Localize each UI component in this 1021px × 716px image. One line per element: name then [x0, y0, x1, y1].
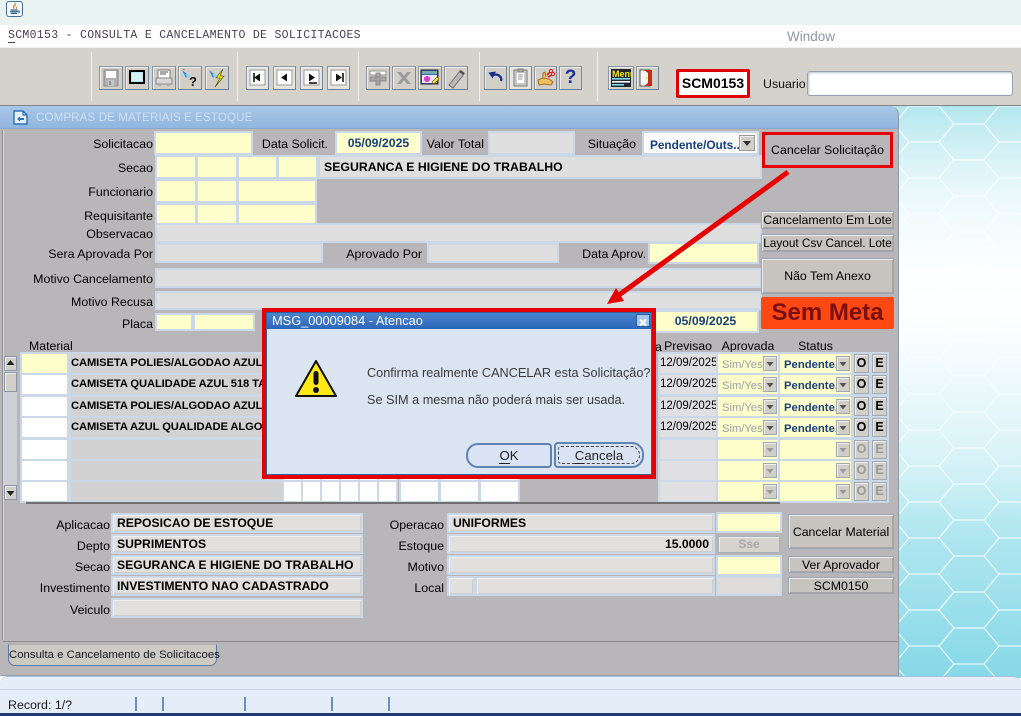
svg-text:Menu: Menu — [612, 69, 633, 79]
svg-text:?: ? — [189, 74, 197, 89]
